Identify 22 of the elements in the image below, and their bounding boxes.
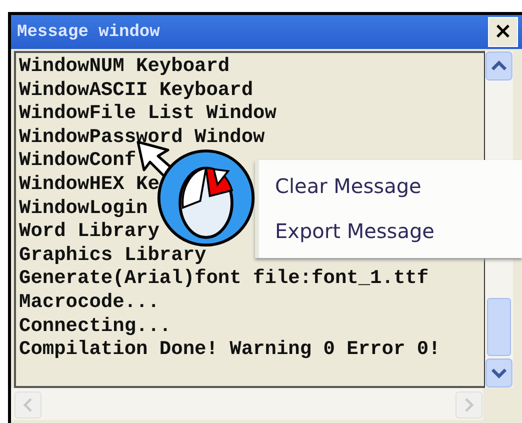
scroll-left-button[interactable] [14,391,42,419]
window-title: Message window [17,22,160,42]
menu-item[interactable]: Clear Message [275,168,434,213]
log-line: WindowHEX Ke [19,172,160,197]
log-line: Compilation Done! Warning 0 Error 0! [19,338,440,362]
scroll-up-button[interactable] [485,51,513,81]
log-line: Generate(Arial)font file:font_1.ttf [19,267,429,291]
log-line: WindowASCII Keyboard [19,78,254,102]
log-line: Graphics Library [19,244,206,268]
log-line: WindowConf [19,149,136,173]
log-line: Connecting... [19,314,172,338]
log-line: Word Library [19,220,160,244]
log-line: WindowFile List Window [19,102,276,126]
horizontal-scrollbar[interactable] [11,388,483,420]
log-line: WindowNUM Keyboard [19,55,230,79]
log-line: Macrocode... [19,290,160,315]
close-button[interactable]: × [488,17,518,47]
log-line: WindowLogin [19,196,148,220]
menu-item[interactable]: Export Message [275,213,434,258]
log-line: WindowPassword Window [19,126,265,150]
scroll-thumb[interactable] [487,298,511,356]
scroll-down-button[interactable] [485,358,513,388]
